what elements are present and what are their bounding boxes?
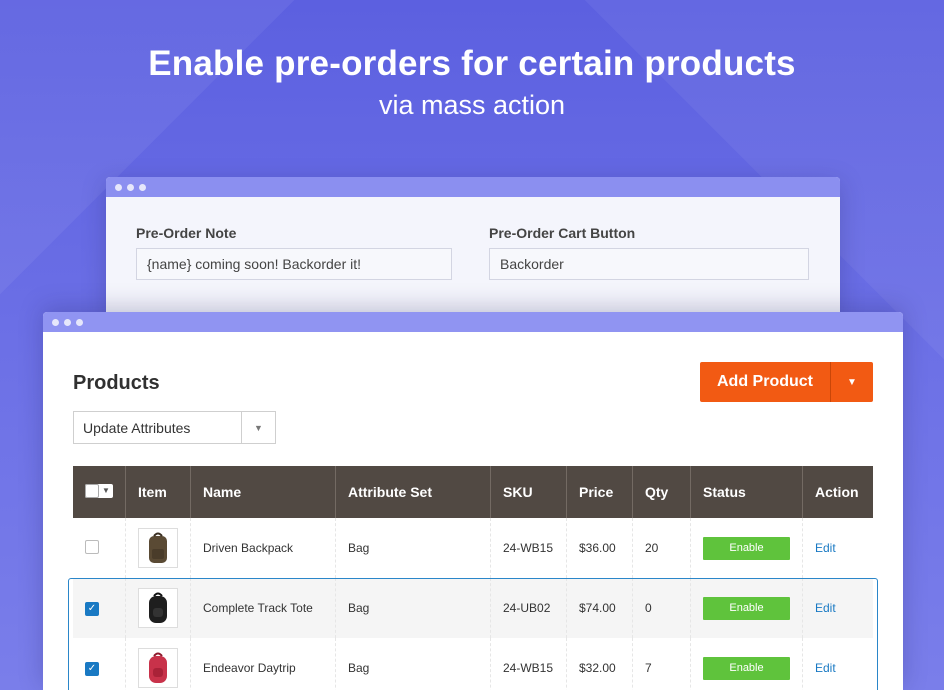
table-row: ✓ Endeavor Daytrip Bag 24-WB15 $32.00 7 <box>73 638 873 690</box>
item-cell <box>125 638 191 690</box>
sku-cell: 24-WB15 <box>490 518 567 578</box>
window-titlebar <box>106 177 840 197</box>
page-title: Products <box>73 372 160 394</box>
status-toggle[interactable]: Enable <box>703 536 790 560</box>
window-dot-icon <box>76 318 83 326</box>
backpack-black-icon <box>149 592 167 623</box>
edit-link[interactable]: Edit <box>815 601 836 615</box>
edit-link[interactable]: Edit <box>815 661 836 675</box>
column-header-attribute-set[interactable]: Attribute Set <box>335 466 491 518</box>
window-dot-icon <box>139 183 146 191</box>
qty-cell: 7 <box>632 638 691 690</box>
caret-down-icon: ▼ <box>847 376 857 388</box>
row-checkbox[interactable]: ✓ <box>85 601 99 616</box>
sku-cell: 24-UB02 <box>490 578 567 638</box>
row-checkbox[interactable] <box>85 539 99 554</box>
column-header-sku[interactable]: SKU <box>490 466 567 518</box>
sku-cell: 24-WB15 <box>490 638 567 690</box>
mass-action-select[interactable]: Update Attributes ▼ <box>73 411 276 444</box>
action-cell: Edit <box>802 638 873 690</box>
caret-down-icon[interactable]: ▼ <box>242 412 275 443</box>
row-select-cell <box>73 518 126 578</box>
action-cell: Edit <box>802 578 873 638</box>
products-window: Products Add Product ▼ Update Attributes… <box>43 312 903 690</box>
item-cell <box>125 578 191 638</box>
preorder-cart-button-label: Pre-Order Cart Button <box>489 225 636 241</box>
row-select-cell: ✓ <box>73 578 126 638</box>
status-cell: Enable <box>690 638 803 690</box>
window-dot-icon <box>115 183 122 191</box>
hero-title: Enable pre-orders for certain products <box>148 44 796 83</box>
action-cell: Edit <box>802 518 873 578</box>
edit-link[interactable]: Edit <box>815 541 836 555</box>
hero-subtitle: via mass action <box>378 90 566 120</box>
backpack-brown-icon <box>149 532 167 563</box>
product-thumbnail <box>138 648 178 688</box>
product-thumbnail <box>138 528 178 568</box>
column-header-name[interactable]: Name <box>190 466 336 518</box>
column-header-qty[interactable]: Qty <box>632 466 691 518</box>
add-product-dropdown-toggle[interactable]: ▼ <box>831 362 873 402</box>
column-header-item[interactable]: Item <box>125 466 191 518</box>
attribute-set-cell: Bag <box>335 638 491 690</box>
table-row: Driven Backpack Bag 24-WB15 $36.00 20 En… <box>73 518 873 578</box>
check-icon: ✓ <box>87 663 97 675</box>
check-icon: ✓ <box>87 603 97 615</box>
qty-cell: 20 <box>632 518 691 578</box>
checkbox-icon <box>85 483 99 498</box>
preorder-note-label: Pre-Order Note <box>136 225 237 241</box>
product-name-cell: Endeavor Daytrip <box>190 638 336 690</box>
chevron-down-icon: ▼ <box>102 486 110 495</box>
window-dot-icon <box>64 318 71 326</box>
add-product-label[interactable]: Add Product <box>700 362 831 402</box>
add-product-button[interactable]: Add Product ▼ <box>700 362 873 402</box>
column-header-price[interactable]: Price <box>566 466 633 518</box>
column-header-status[interactable]: Status <box>690 466 803 518</box>
product-thumbnail <box>138 588 178 628</box>
table-row: ✓ Complete Track Tote Bag 24-UB02 $74.00 <box>73 578 873 638</box>
row-checkbox[interactable]: ✓ <box>85 661 99 676</box>
backpack-red-icon <box>149 652 167 683</box>
preorder-settings-window: Pre-Order Note {name} coming soon! Backo… <box>106 177 840 317</box>
qty-cell: 0 <box>632 578 691 638</box>
row-select-cell: ✓ <box>73 638 126 690</box>
attribute-set-cell: Bag <box>335 578 491 638</box>
window-dot-icon <box>127 183 134 191</box>
product-name-cell: Driven Backpack <box>190 518 336 578</box>
price-cell: $32.00 <box>566 638 633 690</box>
grid-header-row: ▼ Item Name Attribute Set SKU Price Qty … <box>73 466 873 518</box>
price-cell: $74.00 <box>566 578 633 638</box>
products-grid: ▼ Item Name Attribute Set SKU Price Qty … <box>73 466 873 690</box>
preorder-cart-button-input[interactable]: Backorder <box>489 248 809 280</box>
preorder-note-input[interactable]: {name} coming soon! Backorder it! <box>136 248 452 280</box>
product-name-cell: Complete Track Tote <box>190 578 336 638</box>
status-cell: Enable <box>690 518 803 578</box>
status-toggle[interactable]: Enable <box>703 596 790 620</box>
mass-select-header[interactable]: ▼ <box>73 466 126 518</box>
mass-select-checkbox[interactable]: ▼ <box>85 483 113 498</box>
column-header-action[interactable]: Action <box>802 466 873 518</box>
attribute-set-cell: Bag <box>335 518 491 578</box>
window-titlebar <box>43 312 903 332</box>
item-cell <box>125 518 191 578</box>
window-dot-icon <box>52 318 59 326</box>
status-toggle[interactable]: Enable <box>703 656 790 680</box>
mass-action-value: Update Attributes <box>74 412 242 443</box>
status-cell: Enable <box>690 578 803 638</box>
price-cell: $36.00 <box>566 518 633 578</box>
